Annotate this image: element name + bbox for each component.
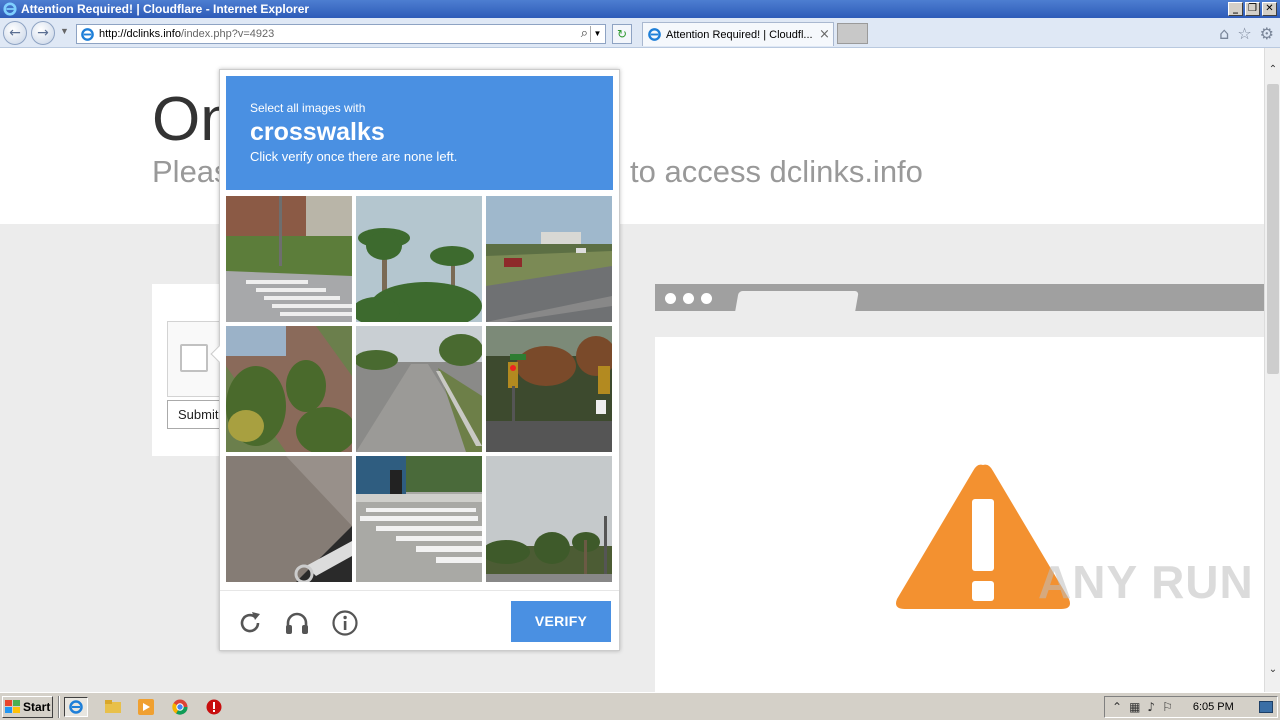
anyrun-watermark: ANY RUN <box>1038 556 1254 608</box>
challenge-tile-7[interactable] <box>226 456 352 582</box>
address-bar[interactable]: http://dclinks.info/index.php?v=4923 ⌕ ▼ <box>76 24 606 44</box>
challenge-tile-5[interactable] <box>356 326 482 452</box>
illustration-dot <box>683 293 694 304</box>
url-path: /index.php?v=4923 <box>180 28 275 40</box>
scroll-down-icon[interactable]: ⌄ <box>1265 662 1280 678</box>
taskbar-file-explorer[interactable] <box>101 697 125 717</box>
taskbar-separator <box>58 696 60 718</box>
challenge-tile-2[interactable] <box>356 196 482 322</box>
tab-label: Attention Required! | Cloudfl... <box>666 28 813 41</box>
tile-image <box>226 326 352 452</box>
submit-button[interactable]: Submit <box>167 400 227 429</box>
restore-button[interactable]: ❐ <box>1245 2 1260 16</box>
browser-illustration <box>655 284 1264 692</box>
taskbar-chrome[interactable] <box>168 697 192 717</box>
illustration-dot <box>701 293 712 304</box>
verify-button[interactable]: VERIFY <box>511 601 611 642</box>
home-icon[interactable]: ⌂ <box>1219 24 1229 43</box>
media-player-icon <box>138 699 154 715</box>
page-header-area: On Pleas to access dclinks.info <box>0 48 1264 224</box>
chrome-icon <box>172 699 188 715</box>
challenge-tile-6[interactable] <box>486 326 612 452</box>
compat-refresh-button[interactable]: ↻ <box>612 24 632 44</box>
scroll-up-icon[interactable]: ⌃ <box>1265 62 1280 78</box>
settings-gear-icon[interactable]: ⚙ <box>1260 24 1274 43</box>
refresh-icon: ↻ <box>616 27 628 41</box>
windows-logo-icon <box>5 700 20 713</box>
challenge-tile-1[interactable] <box>226 196 352 322</box>
new-tab-button[interactable] <box>837 23 868 44</box>
taskbar-security-app[interactable] <box>202 697 226 717</box>
illustration-dot <box>665 293 676 304</box>
taskbar-media-player[interactable] <box>134 697 158 717</box>
page-subheading: Pleas to access dclinks.info <box>152 154 923 190</box>
vertical-scrollbar[interactable]: ⌃ ⌄ <box>1264 48 1280 692</box>
favorites-star-icon[interactable]: ☆ <box>1237 24 1251 43</box>
tab-close-icon[interactable]: × <box>819 27 833 42</box>
info-icon[interactable] <box>331 609 359 637</box>
url-text[interactable]: http://dclinks.info/index.php?v=4923 <box>99 28 274 40</box>
back-button[interactable]: ← <box>3 21 27 45</box>
minimize-button[interactable]: _ <box>1228 2 1243 16</box>
challenge-image-grid <box>226 196 613 583</box>
challenge-tile-9[interactable] <box>486 456 612 582</box>
tile-image <box>486 326 612 452</box>
internet-explorer-icon <box>3 2 17 16</box>
show-desktop-icon[interactable] <box>1259 701 1273 713</box>
challenge-subtext: Click verify once there are none left. <box>250 149 458 164</box>
challenge-target: crosswalks <box>250 118 385 146</box>
search-icon[interactable]: ⌕ <box>581 26 588 41</box>
system-tray: ⌃ ▦ ♪ ⚐ 6:05 PM <box>1104 696 1278 718</box>
windows-taskbar: Start ⌃ ▦ ♪ ⚐ 6:05 PM <box>0 692 1280 720</box>
recaptcha-challenge-popup: Select all images with crosswalks Click … <box>210 69 620 651</box>
subheading-right: to access dclinks.info <box>630 154 923 189</box>
back-arrow-icon: ← <box>9 25 21 41</box>
recaptcha-checkbox[interactable] <box>180 344 208 372</box>
tab-attention-required[interactable]: Attention Required! | Cloudfl... × <box>642 22 834 46</box>
illustration-body <box>655 337 1264 692</box>
forward-button[interactable]: → <box>31 21 55 45</box>
taskbar-internet-explorer[interactable] <box>64 697 88 717</box>
start-label: Start <box>23 700 51 714</box>
subheading-left: Pleas <box>152 154 230 189</box>
close-button[interactable]: ✕ <box>1262 2 1277 16</box>
volume-icon[interactable]: ♪ <box>1147 700 1155 714</box>
window-title-bar: Attention Required! | Cloudflare - Inter… <box>0 0 1280 18</box>
window-title: Attention Required! | Cloudflare - Inter… <box>21 2 310 16</box>
folder-icon <box>105 700 121 713</box>
alert-circle-icon <box>206 699 222 715</box>
illustration-browser-bar <box>655 284 1264 311</box>
tile-image <box>356 196 482 322</box>
history-dropdown-icon[interactable]: ▼ <box>60 26 69 36</box>
tab-favicon-icon <box>648 28 661 41</box>
challenge-tile-4[interactable] <box>226 326 352 452</box>
reload-challenge-icon[interactable] <box>236 609 264 637</box>
tile-image <box>486 196 612 322</box>
action-center-flag-icon[interactable]: ⚐ <box>1162 700 1173 714</box>
start-button[interactable]: Start <box>2 696 53 718</box>
tile-image <box>356 456 482 582</box>
internet-explorer-icon <box>69 700 83 714</box>
address-dropdown-icon[interactable]: ▼ <box>590 26 604 42</box>
forward-arrow-icon: → <box>37 25 49 41</box>
page-favicon-icon <box>81 28 94 41</box>
challenge-tile-3[interactable] <box>486 196 612 322</box>
tile-image <box>226 456 352 582</box>
tile-image <box>356 326 482 452</box>
challenge-instruction: Select all images with <box>250 101 366 115</box>
challenge-header: Select all images with crosswalks Click … <box>226 76 613 190</box>
tile-image <box>486 456 612 582</box>
challenge-tile-8[interactable] <box>356 456 482 582</box>
tile-image <box>226 196 352 322</box>
illustration-tab <box>735 291 859 311</box>
tray-clock[interactable]: 6:05 PM <box>1193 701 1234 713</box>
challenge-footer: VERIFY <box>220 590 619 650</box>
tray-expand-icon[interactable]: ⌃ <box>1112 700 1122 714</box>
network-icon[interactable]: ▦ <box>1129 700 1140 714</box>
audio-challenge-headphones-icon[interactable] <box>283 609 311 637</box>
scrollbar-thumb[interactable] <box>1267 84 1279 374</box>
url-host: http://dclinks.info <box>99 28 181 40</box>
navigation-bar: ← → ▼ http://dclinks.info/index.php?v=49… <box>0 18 1280 48</box>
